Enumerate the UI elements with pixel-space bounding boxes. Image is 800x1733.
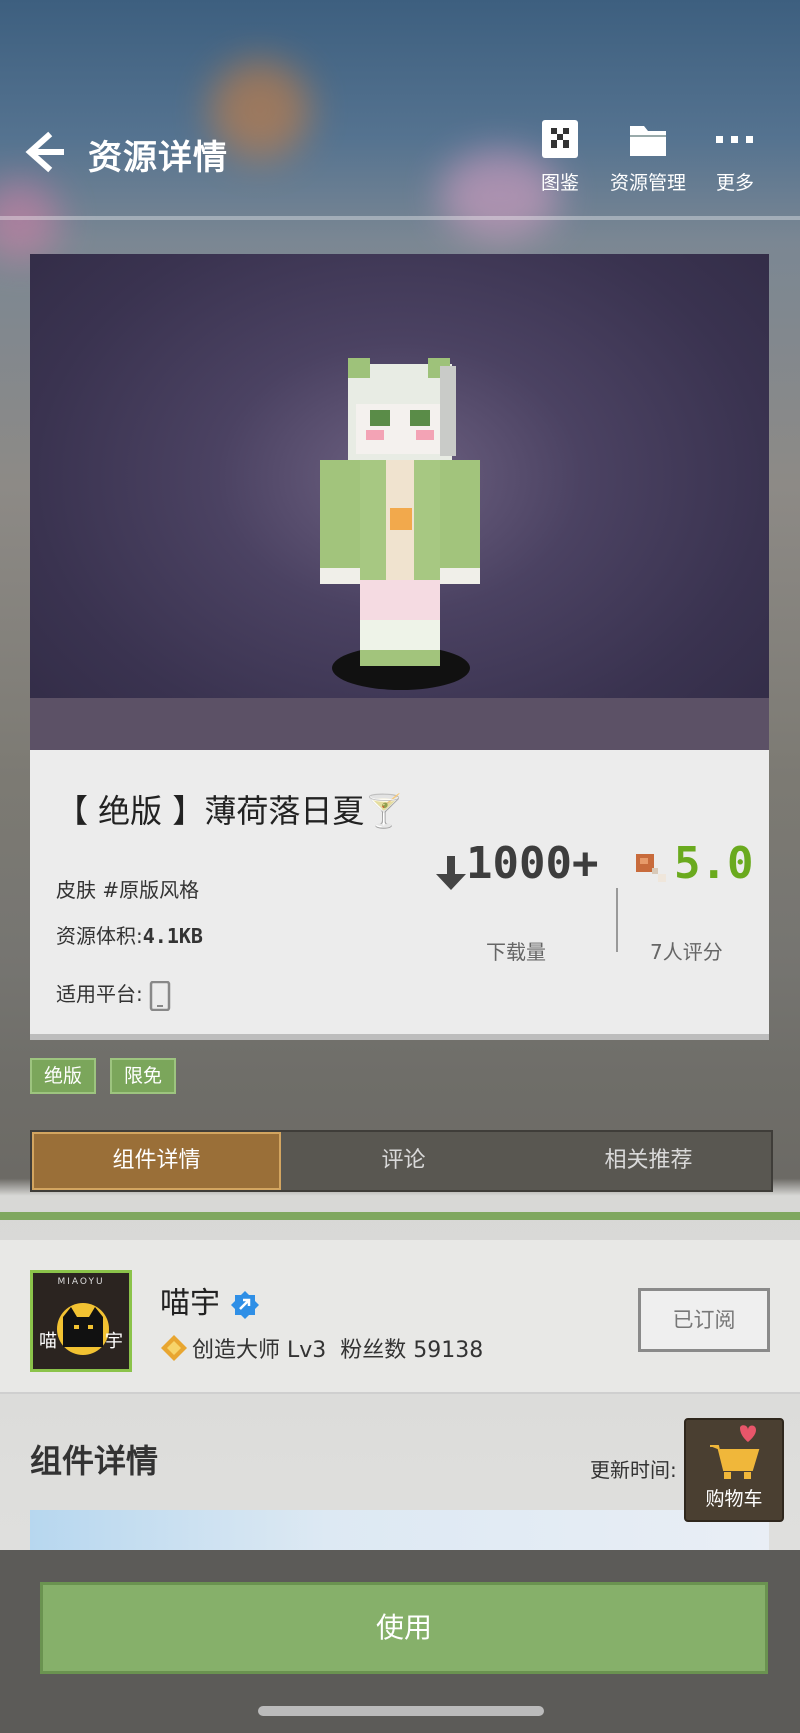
author-panel: MIAOYU 喵 宇 喵宇 创造大师 Lv3 粉丝数 59138 已订阅 xyxy=(0,1240,800,1394)
home-indicator[interactable] xyxy=(258,1706,544,1716)
shopping-cart-label: 购物车 xyxy=(705,1488,763,1510)
author-level: 创造大师 Lv3 xyxy=(192,1338,327,1363)
detail-banner-image xyxy=(30,1510,769,1550)
tab-component-details[interactable]: 组件详情 xyxy=(32,1132,281,1190)
tag-out-of-print: 绝版 xyxy=(30,1058,97,1094)
resource-management-label: 资源管理 xyxy=(609,172,686,194)
more-button[interactable]: 更多 xyxy=(690,118,780,195)
tab-bar: 组件详情 评论 相关推荐 xyxy=(30,1130,773,1192)
update-time-label: 更新时间: xyxy=(590,1458,677,1482)
author-avatar[interactable]: MIAOYU 喵 宇 xyxy=(30,1270,132,1372)
section-separator xyxy=(0,1212,800,1220)
resource-management-button[interactable]: 资源管理 xyxy=(603,118,693,195)
resource-platform: 适用平台: xyxy=(56,978,171,1011)
folder-icon xyxy=(630,126,666,156)
resource-platform-label: 适用平台: xyxy=(56,982,143,1006)
page-title: 资源详情 xyxy=(88,138,228,178)
encyclopedia-button[interactable]: 图鉴 xyxy=(515,118,605,195)
download-icon xyxy=(436,856,466,890)
author-fans: 粉丝数 59138 xyxy=(340,1338,484,1363)
avatar-text-right: 宇 xyxy=(105,1331,123,1352)
resource-size-label: 资源体积: xyxy=(56,924,143,948)
cat-logo-icon xyxy=(57,1303,109,1355)
avatar-text-left: 喵 xyxy=(39,1331,57,1352)
tab-recommendations[interactable]: 相关推荐 xyxy=(526,1132,771,1190)
author-name-text: 喵宇 xyxy=(160,1286,220,1321)
shopping-cart-icon xyxy=(710,1425,760,1479)
verified-badge-icon xyxy=(230,1290,259,1319)
more-label: 更多 xyxy=(715,172,754,194)
rating-value: 5.0 xyxy=(674,838,754,889)
phone-icon xyxy=(149,980,171,1011)
skin-preview[interactable] xyxy=(30,254,769,750)
top-bar: 资源详情 图鉴 资源管理 更多 xyxy=(0,0,800,218)
author-stats: 创造大师 Lv3 粉丝数 59138 xyxy=(192,1332,483,1364)
resource-size: 资源体积:4.1KB xyxy=(56,920,203,949)
download-label: 下载量 xyxy=(486,940,546,964)
resource-size-value: 4.1KB xyxy=(142,924,203,948)
more-dots-icon xyxy=(716,136,753,143)
resource-category[interactable]: 皮肤 #原版风格 xyxy=(56,874,199,903)
rating-count: 7人评分 xyxy=(650,940,723,964)
creator-level-icon xyxy=(161,1335,187,1361)
header-divider xyxy=(0,216,800,220)
tag-limited-free: 限免 xyxy=(110,1058,177,1094)
resource-info-card: 【 绝版 】薄荷落日夏🍸 皮肤 #原版风格 资源体积:4.1KB 适用平台: 1… xyxy=(30,750,769,1040)
details-section-title: 组件详情 xyxy=(30,1442,159,1480)
skin-character-image xyxy=(320,358,480,666)
subscribed-button[interactable]: 已订阅 xyxy=(638,1288,770,1352)
download-count: 1000+ xyxy=(466,838,599,889)
encyclopedia-icon xyxy=(542,120,578,158)
drumstick-rating-icon xyxy=(636,854,666,882)
encyclopedia-label: 图鉴 xyxy=(540,172,579,194)
shopping-cart-button[interactable]: 购物车 xyxy=(684,1418,784,1522)
back-arrow-icon[interactable] xyxy=(20,128,68,176)
stats-divider xyxy=(616,888,618,952)
author-name[interactable]: 喵宇 xyxy=(160,1278,260,1322)
use-button[interactable]: 使用 xyxy=(40,1582,768,1674)
resource-name: 【 绝版 】薄荷落日夏🍸 xyxy=(56,792,405,830)
tab-comments[interactable]: 评论 xyxy=(281,1132,526,1190)
